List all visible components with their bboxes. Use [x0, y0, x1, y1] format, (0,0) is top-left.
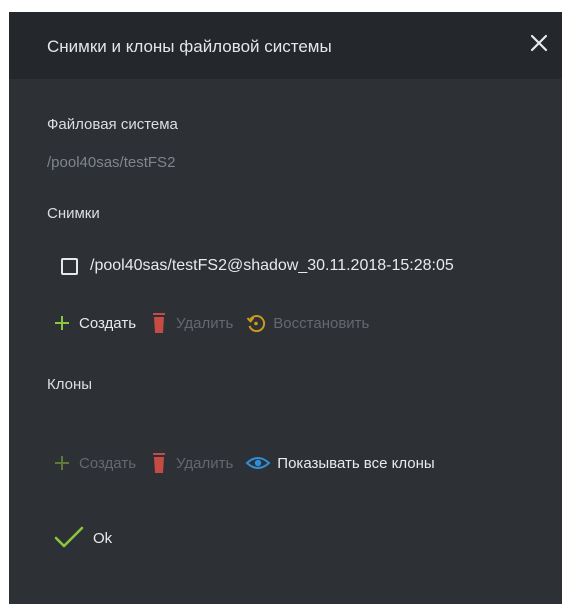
eye-icon: [245, 452, 271, 474]
create-snapshot-label: Создать: [79, 314, 137, 332]
restore-icon: [245, 312, 267, 334]
snapshot-list-item[interactable]: /pool40sas/testFS2@shadow_30.11.2018-15:…: [61, 255, 454, 277]
dialog-title: Снимки и клоны файловой системы: [47, 37, 332, 56]
snapshots-toolbar: Создать Удалить Восстановить: [51, 311, 381, 335]
plus-icon: [51, 452, 73, 474]
check-icon: [53, 525, 85, 551]
restore-snapshot-button[interactable]: Восстановить: [245, 312, 369, 334]
dialog-header: Снимки и клоны файловой системы: [9, 12, 562, 79]
delete-clone-label: Удалить: [176, 454, 234, 472]
snapshot-name: /pool40sas/testFS2@shadow_30.11.2018-15:…: [90, 257, 454, 274]
delete-clone-button[interactable]: Удалить: [148, 452, 233, 474]
clones-label: Клоны: [47, 376, 93, 393]
delete-snapshot-button[interactable]: Удалить: [148, 312, 233, 334]
create-clone-label: Создать: [79, 454, 137, 472]
filesystem-path: /pool40sas/testFS2: [47, 154, 176, 171]
create-clone-button[interactable]: Создать: [51, 452, 136, 474]
plus-icon: [51, 312, 73, 334]
snapshots-dialog: Снимки и клоны файловой системы Файловая…: [9, 12, 562, 604]
ok-label: Ok: [93, 529, 113, 547]
snapshot-checkbox[interactable]: [61, 257, 78, 275]
create-snapshot-button[interactable]: Создать: [51, 312, 136, 334]
trash-icon: [148, 312, 170, 334]
restore-snapshot-label: Восстановить: [273, 314, 370, 332]
close-icon: [530, 34, 548, 52]
ok-button[interactable]: Ok: [53, 525, 112, 551]
delete-snapshot-label: Удалить: [176, 314, 234, 332]
close-button[interactable]: [528, 32, 550, 54]
show-all-clones-toggle[interactable]: Показывать все клоны: [245, 452, 435, 474]
snapshots-label: Снимки: [47, 205, 100, 222]
filesystem-label: Файловая система: [47, 116, 178, 133]
show-all-clones-label: Показывать все клоны: [277, 454, 435, 472]
trash-icon: [148, 452, 170, 474]
clones-toolbar: Создать Удалить Показывать все клоны: [51, 451, 447, 475]
